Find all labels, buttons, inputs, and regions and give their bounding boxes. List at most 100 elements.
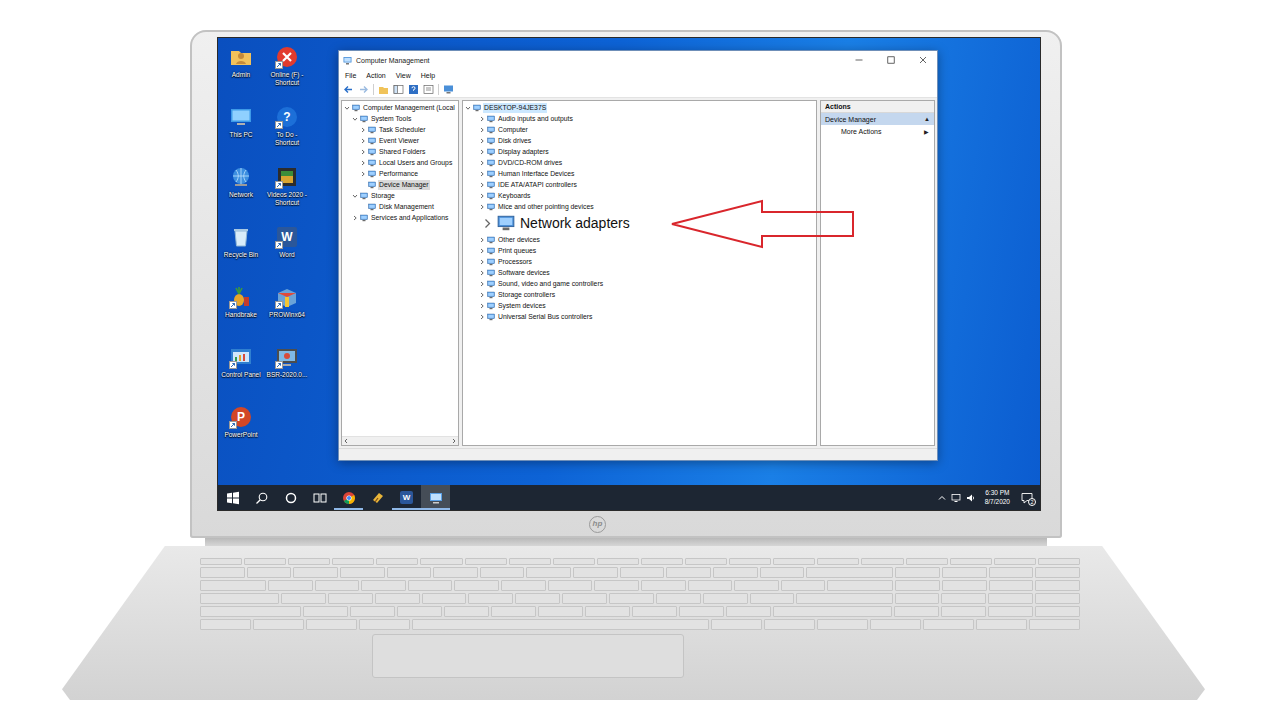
menu-item[interactable]: Action [366, 72, 385, 79]
chevron-right-icon[interactable] [479, 204, 485, 210]
device-category-callout[interactable]: Network adapters [463, 212, 816, 234]
chevron-right-icon[interactable] [483, 218, 492, 229]
collapse-glyph[interactable]: ▲ [924, 116, 930, 122]
chevron-right-icon[interactable] [479, 303, 485, 309]
device-category[interactable]: Print queues [463, 245, 816, 256]
chevron-right-icon[interactable] [479, 193, 485, 199]
console-tree-icon[interactable] [393, 84, 404, 95]
chevron-right-icon[interactable] [479, 116, 485, 122]
taskbar-button[interactable] [363, 485, 392, 510]
tree-item[interactable]: Storage [342, 190, 458, 201]
monitor-icon[interactable] [443, 84, 454, 95]
chevron-right-icon[interactable] [360, 127, 366, 133]
chevron-right-icon[interactable] [352, 215, 358, 221]
device-category[interactable]: Processors [463, 256, 816, 267]
tree-item[interactable]: Event Viewer [342, 135, 458, 146]
desktop-icon[interactable]: WWord [264, 225, 310, 285]
chevron-right-icon[interactable] [479, 314, 485, 320]
desktop-icon[interactable]: Control Panel [218, 345, 264, 405]
maximize-button[interactable] [877, 51, 905, 69]
minimize-button[interactable] [845, 51, 873, 69]
chevron-right-icon[interactable] [479, 259, 485, 265]
tree-item[interactable]: Services and Applications [342, 212, 458, 223]
tree-item[interactable]: Local Users and Groups [342, 157, 458, 168]
menu-item[interactable]: File [345, 72, 356, 79]
device-category[interactable]: Human Interface Devices [463, 168, 816, 179]
chevron-right-icon[interactable] [479, 171, 485, 177]
chevron-down-icon[interactable] [352, 193, 358, 199]
tree-item[interactable]: Device Manager [342, 179, 458, 190]
chevron-right-icon[interactable] [479, 127, 485, 133]
taskbar-button[interactable] [247, 485, 276, 510]
desktop-icon[interactable]: This PC [218, 105, 264, 165]
chevron-right-icon[interactable] [360, 171, 366, 177]
desktop-icon[interactable]: PROWinx64 [264, 285, 310, 345]
up-folder-icon[interactable] [378, 84, 389, 95]
desktop-icon[interactable]: BSR-2020.0... [264, 345, 310, 405]
desktop-icon[interactable]: Admin [218, 45, 264, 105]
clock[interactable]: 6:30 PM8/7/2020 [981, 489, 1014, 506]
chevron-right-icon[interactable] [479, 160, 485, 166]
menu-item[interactable]: View [396, 72, 411, 79]
menu-item[interactable]: Help [421, 72, 435, 79]
device-category[interactable]: Sound, video and game controllers [463, 278, 816, 289]
tree-item[interactable]: Disk Management [342, 201, 458, 212]
tree-item[interactable]: Computer Management (Local [342, 102, 458, 113]
desktop-icon[interactable]: ?To Do - Shortcut [264, 105, 310, 165]
chevron-right-icon[interactable] [360, 149, 366, 155]
chevron-right-icon[interactable] [360, 160, 366, 166]
close-button[interactable] [909, 51, 937, 69]
device-category[interactable]: Keyboards [463, 190, 816, 201]
device-category[interactable]: IDE ATA/ATAPI controllers [463, 179, 816, 190]
chevron-right-icon[interactable] [479, 237, 485, 243]
device-category[interactable]: Storage controllers [463, 289, 816, 300]
volume-icon[interactable] [966, 493, 976, 503]
tree-item[interactable]: Task Scheduler [342, 124, 458, 135]
action-item[interactable]: More Actions▶ [821, 125, 934, 137]
chevron-right-icon[interactable] [479, 248, 485, 254]
taskbar-button[interactable] [421, 485, 450, 510]
chevron-right-icon[interactable] [479, 182, 485, 188]
help-icon[interactable] [408, 84, 419, 95]
device-category[interactable]: Mice and other pointing devices [463, 201, 816, 212]
taskbar-button[interactable] [218, 485, 247, 510]
chevron-right-icon[interactable] [479, 138, 485, 144]
taskbar-button[interactable] [305, 485, 334, 510]
desktop-icon[interactable]: Network [218, 165, 264, 225]
scroll-left-icon[interactable] [343, 438, 349, 444]
chevron-right-icon[interactable] [479, 292, 485, 298]
device-root[interactable]: DESKTOP-94JE37S [463, 102, 816, 113]
device-category[interactable]: Audio inputs and outputs [463, 113, 816, 124]
scroll-right-icon[interactable] [451, 438, 457, 444]
chevron-right-icon[interactable] [479, 270, 485, 276]
action-center[interactable]: 2 [1019, 490, 1035, 506]
forward-icon[interactable] [358, 84, 369, 95]
taskbar-button[interactable] [334, 485, 363, 510]
device-category[interactable]: Universal Serial Bus controllers [463, 311, 816, 322]
tree-item[interactable]: System Tools [342, 113, 458, 124]
properties-icon[interactable] [423, 84, 434, 95]
network-status-icon[interactable] [951, 493, 961, 503]
chevron-up-icon[interactable] [938, 494, 946, 502]
chevron-right-icon[interactable] [360, 138, 366, 144]
device-category[interactable]: Software devices [463, 267, 816, 278]
chevron-right-icon[interactable] [479, 281, 485, 287]
desktop-icon[interactable]: Recycle Bin [218, 225, 264, 285]
device-category[interactable]: System devices [463, 300, 816, 311]
chevron-right-icon[interactable] [479, 149, 485, 155]
horizontal-scrollbar[interactable] [342, 436, 458, 445]
device-category[interactable]: Display adapters [463, 146, 816, 157]
actions-section[interactable]: Device Manager▲ [821, 113, 934, 125]
device-category[interactable]: DVD/CD-ROM drives [463, 157, 816, 168]
tree-item[interactable]: Shared Folders [342, 146, 458, 157]
title-bar[interactable]: Computer Management [339, 51, 937, 69]
chevron-down-icon[interactable] [344, 105, 350, 111]
tree-item[interactable]: Performance [342, 168, 458, 179]
taskbar-button[interactable]: W [392, 485, 421, 510]
desktop-icon[interactable]: Handbrake [218, 285, 264, 345]
desktop-icon[interactable]: Videos 2020 - Shortcut [264, 165, 310, 225]
desktop-icon[interactable]: PPowerPoint [218, 405, 264, 465]
device-category[interactable]: Disk drives [463, 135, 816, 146]
back-icon[interactable] [343, 84, 354, 95]
chevron-down-icon[interactable] [352, 116, 358, 122]
